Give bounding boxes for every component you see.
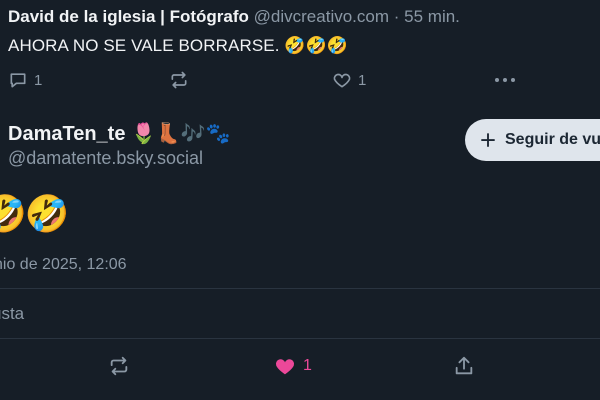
like-count: 1	[358, 71, 367, 89]
repost-icon	[110, 356, 128, 376]
post-author-name[interactable]: David de la iglesia | Fotógrafo	[8, 7, 249, 26]
repost-icon	[171, 71, 187, 89]
post-time-ago[interactable]: 55 min.	[404, 7, 460, 26]
heart-outline-icon	[333, 73, 351, 88]
reply-repost-button[interactable]	[107, 355, 131, 377]
divider-top	[0, 288, 600, 289]
heart-filled-icon	[275, 359, 295, 375]
post-author-handle[interactable]: @divcreativo.com	[254, 7, 389, 26]
reply-like-button[interactable]: 1	[273, 355, 312, 377]
post-separator: ·	[393, 7, 400, 26]
repost-button[interactable]	[168, 70, 190, 90]
like-button[interactable]: 1	[332, 70, 366, 90]
likes-summary[interactable]: usta	[0, 304, 24, 324]
reply-timestamp[interactable]: nio de 2025, 12:06	[0, 256, 127, 274]
share-icon	[455, 356, 473, 375]
reply-content: 🤣🤣	[0, 193, 70, 234]
follow-label: Seguir de vu	[505, 131, 600, 148]
share-button[interactable]	[452, 355, 476, 377]
reply-display-name[interactable]: DamaTen_te 🌷👢🎶🐾	[8, 121, 231, 146]
reply-button[interactable]: 1	[8, 70, 42, 90]
divider-bottom	[0, 338, 600, 339]
reply-count: 1	[34, 71, 43, 89]
plus-icon	[481, 133, 495, 147]
more-dots-icon	[495, 78, 515, 82]
more-options-button[interactable]	[493, 70, 517, 90]
reply-like-count: 1	[303, 357, 312, 374]
reply-handle[interactable]: @damatente.bsky.social	[8, 148, 203, 169]
post-header: David de la iglesia | Fotógrafo @divcrea…	[8, 7, 460, 27]
post-text: AHORA NO SE VALE BORRARSE. 🤣🤣🤣	[8, 36, 349, 55]
reply-icon	[10, 73, 26, 88]
follow-button[interactable]: Seguir de vu	[465, 119, 600, 161]
